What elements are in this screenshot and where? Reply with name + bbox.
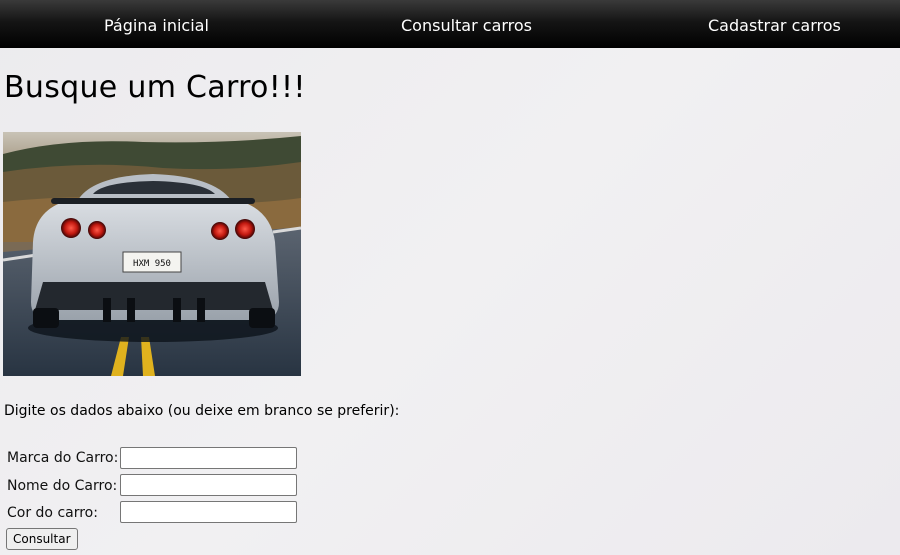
car-brand-label: Marca do Carro: xyxy=(7,450,119,466)
page-title: Busque um Carro!!! xyxy=(4,70,306,105)
instructions-text: Digite os dados abaixo (ou deixe em bran… xyxy=(4,403,400,419)
car-image: HXM 950 xyxy=(3,132,301,376)
car-photo: HXM 950 xyxy=(3,132,301,376)
car-color-label: Cor do carro: xyxy=(7,505,98,521)
car-name-input[interactable] xyxy=(120,474,297,496)
nav-link-home[interactable]: Página inicial xyxy=(104,0,209,48)
navbar: Página inicial Consultar carros Cadastra… xyxy=(0,0,900,48)
nav-link-consult-cars[interactable]: Consultar carros xyxy=(401,0,532,48)
car-name-label: Nome do Carro: xyxy=(7,478,118,494)
nav-link-register-cars[interactable]: Cadastrar carros xyxy=(708,0,841,48)
consult-button[interactable]: Consultar xyxy=(6,528,78,550)
license-plate-text: HXM 950 xyxy=(133,259,171,269)
car-brand-input[interactable] xyxy=(120,447,297,469)
car-color-input[interactable] xyxy=(120,501,297,523)
